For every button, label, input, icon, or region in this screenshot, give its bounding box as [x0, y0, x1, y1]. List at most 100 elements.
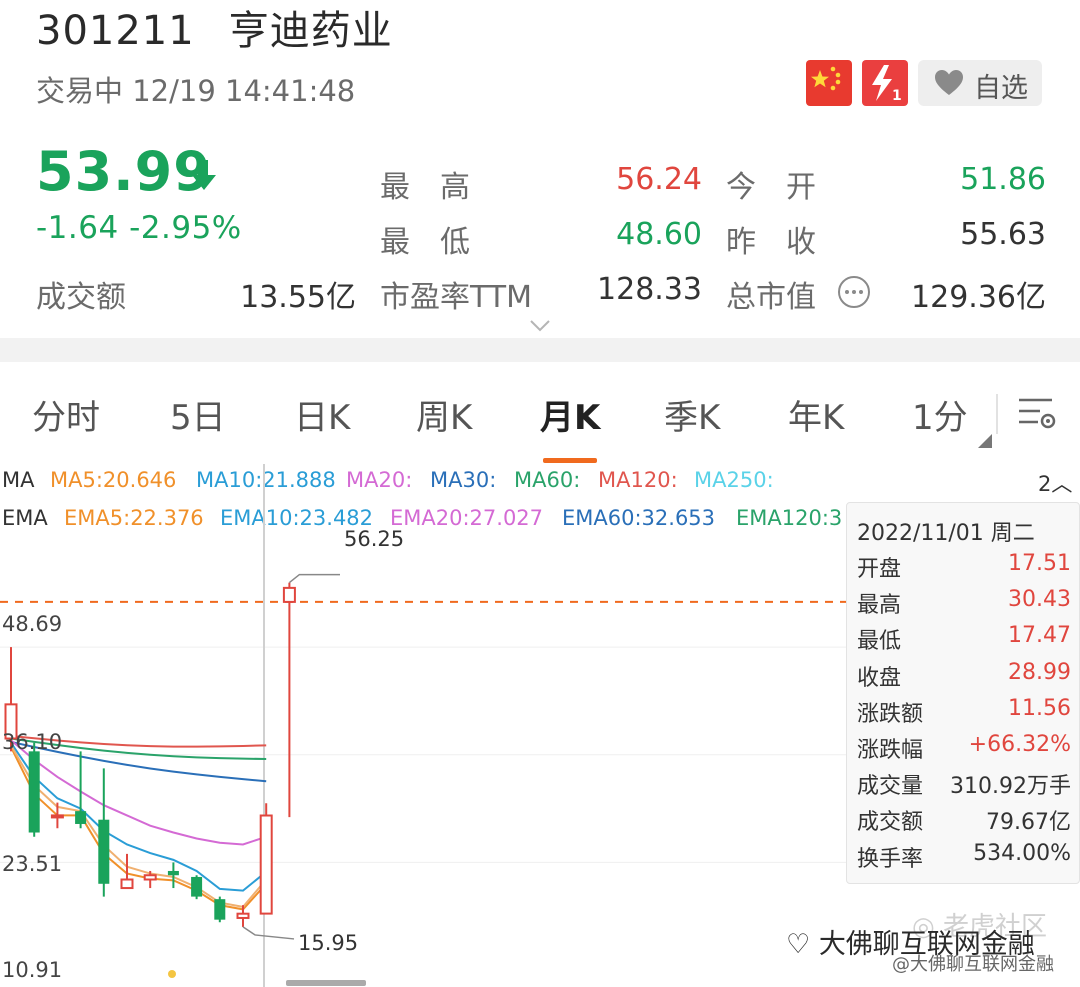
- kline-chart[interactable]: [0, 464, 846, 987]
- ema-line: [10, 744, 267, 908]
- tab-1min[interactable]: 1分: [912, 390, 968, 439]
- change-percent: -2.95%: [129, 210, 242, 246]
- tab-weekly-k[interactable]: 周K: [416, 390, 472, 439]
- wechat-icon: ♡: [786, 929, 811, 960]
- candle-body: [50, 814, 64, 819]
- tooltip-row: 最低 17.47: [857, 623, 1071, 655]
- china-flag-icon[interactable]: [806, 60, 852, 106]
- candle-body: [259, 814, 273, 915]
- heart-icon: [935, 70, 963, 95]
- candle-body: [28, 751, 40, 833]
- chart-settings-icon[interactable]: [1016, 392, 1058, 434]
- candle-tooltip: 2022/11/01 周二 开盘 17.51 最高 30.43 最低 17.47 收盘 28.…: [846, 502, 1080, 884]
- chevron-down-icon[interactable]: [528, 318, 552, 334]
- scroll-indicator: [286, 980, 366, 986]
- candle-body: [282, 586, 296, 603]
- legend-page-number: 2: [1038, 472, 1052, 496]
- last-price: 53.99: [36, 140, 212, 203]
- tooltip-value: 17.51: [1008, 551, 1071, 576]
- tooltip-key: 开盘: [857, 557, 902, 582]
- chart-grid: [0, 464, 846, 987]
- tooltip-value: +66.32%: [968, 732, 1071, 757]
- tooltip-row: 成交量 310.92万手: [857, 768, 1071, 800]
- tab-quarterly-k[interactable]: 季K: [664, 390, 720, 439]
- chevron-up-icon: ︿: [1051, 472, 1073, 496]
- tooltip-key: 最高: [857, 593, 902, 619]
- stock-name: 亨迪药业: [228, 8, 393, 54]
- tooltip-key: 成交量: [857, 774, 924, 800]
- add-watchlist-button[interactable]: 自选: [918, 60, 1042, 106]
- legend-page[interactable]: 2︿: [1038, 468, 1072, 498]
- tooltip-value: 30.43: [1008, 587, 1071, 613]
- tooltip-key: 涨跌额: [857, 701, 924, 727]
- tooltip-row: 涨跌额 11.56: [857, 695, 1071, 727]
- down-arrow-icon: [192, 160, 216, 190]
- open-label: 今 开: [726, 170, 816, 205]
- chart-annotations: [168, 573, 366, 986]
- tooltip-value: 79.67亿: [986, 810, 1071, 836]
- tab-monthly-k[interactable]: 月K: [540, 390, 600, 439]
- lightning-badge-icon[interactable]: 1: [862, 60, 908, 106]
- high-value: 56.24: [616, 162, 702, 197]
- high-label: 最 高: [380, 170, 470, 205]
- change-amount: -1.64: [36, 210, 119, 246]
- tab-intraday[interactable]: 分时: [32, 390, 100, 439]
- tooltip-key: 涨跌幅: [857, 738, 924, 763]
- candle-body: [236, 912, 250, 919]
- low-label: 最 低: [380, 225, 470, 260]
- prev-close-value: 55.63: [960, 217, 1046, 252]
- candle-body: [167, 870, 179, 876]
- watermark-handle: @大佛聊互联网金融: [892, 954, 1054, 975]
- tooltip-key: 换手率: [857, 846, 924, 872]
- mktcap-value: 129.36亿: [911, 280, 1046, 315]
- mktcap-label: 总市值: [726, 280, 816, 315]
- pe-value: 128.33: [597, 272, 702, 307]
- tooltip-key: 收盘: [857, 665, 902, 691]
- min-price-pointer: [242, 926, 295, 940]
- stock-code: 301211: [36, 8, 195, 54]
- tooltip-row: 最高 30.43: [857, 587, 1071, 619]
- tab-daily-k[interactable]: 日K: [294, 390, 350, 439]
- tooltip-value: 534.00%: [973, 840, 1071, 866]
- svg-text:1: 1: [892, 88, 902, 104]
- tooltip-key: 成交额: [857, 810, 924, 836]
- stock-title: 301211 亨迪药业: [36, 0, 393, 56]
- y-tick-label: 48.69: [2, 612, 63, 636]
- event-marker-dot: [168, 970, 176, 978]
- candle-body: [143, 874, 157, 881]
- candle-body: [214, 899, 226, 920]
- tooltip-row: 收盘 28.99: [857, 659, 1071, 691]
- active-tab-indicator: [543, 458, 597, 463]
- open-value: 51.86: [960, 162, 1046, 197]
- moving-average-lines: [10, 734, 267, 911]
- turnover-label: 成交额: [36, 280, 126, 315]
- section-divider: [0, 338, 1080, 362]
- max-price-label: 56.25: [344, 527, 405, 551]
- watch-label: 自选: [974, 73, 1028, 104]
- tooltip-row: 成交额 79.67亿: [857, 804, 1071, 836]
- tab-divider: [996, 394, 998, 434]
- tooltip-key: 最低: [857, 629, 902, 655]
- ema-line: [10, 739, 267, 846]
- candle-body: [191, 876, 203, 897]
- candle-body: [120, 878, 134, 890]
- tooltip-date: 2022/11/01 周二: [857, 521, 1035, 546]
- y-tick-label: 10.91: [2, 958, 63, 982]
- tooltip-row: 开盘 17.51: [857, 551, 1071, 582]
- tooltip-row: 涨跌幅 +66.32%: [857, 732, 1071, 763]
- tooltip-value: 17.47: [1008, 623, 1071, 649]
- tooltip-row: 换手率 534.00%: [857, 840, 1071, 872]
- candle-body: [75, 811, 87, 824]
- max-price-pointer: [288, 573, 340, 584]
- tooltip-value: 310.92万手: [950, 774, 1071, 800]
- tooltip-value: 28.99: [1008, 659, 1071, 685]
- trading-status: 交易中 12/19 14:41:48: [36, 74, 356, 108]
- tooltip-value: 11.56: [1008, 695, 1071, 721]
- candle-body: [98, 819, 110, 884]
- min-price-label: 15.95: [298, 931, 359, 955]
- price-change: -1.64 -2.95%: [36, 210, 242, 246]
- tab-yearly-k[interactable]: 年K: [788, 390, 844, 439]
- dropdown-corner-icon[interactable]: [976, 432, 992, 448]
- more-info-icon[interactable]: [836, 274, 872, 310]
- tab-5day[interactable]: 5日: [170, 390, 226, 439]
